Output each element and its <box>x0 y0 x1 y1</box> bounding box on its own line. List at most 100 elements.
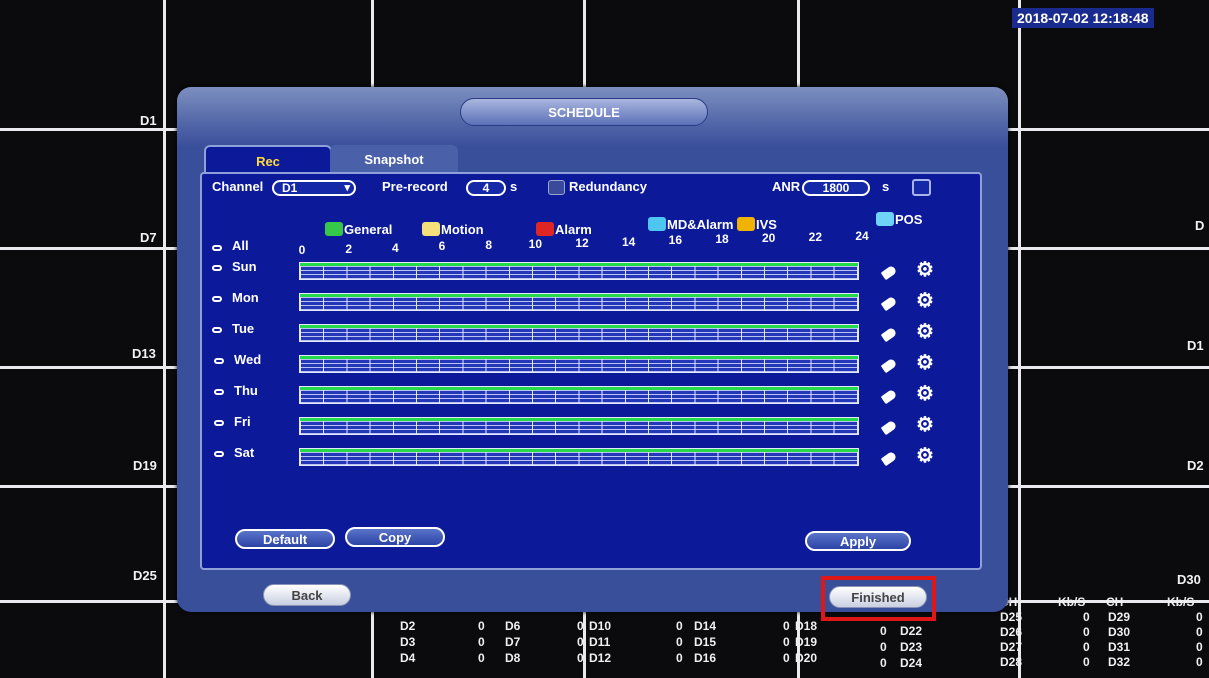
stat-val: 0 <box>676 651 683 665</box>
stat-val: 0 <box>783 619 790 633</box>
gear-icon[interactable]: ⚙ <box>916 291 934 311</box>
edit-pencil-icon[interactable] <box>880 388 898 405</box>
legend-ivs-swatch[interactable] <box>737 217 755 231</box>
day-label: Mon <box>232 290 259 305</box>
edit-pencil-icon[interactable] <box>880 326 898 343</box>
day-toggle-fri[interactable] <box>214 420 224 426</box>
stat-ch: D25 <box>1000 610 1023 624</box>
channel-label-d30: D30 <box>1177 572 1201 587</box>
system-clock: 2018-07-02 12:18:48 <box>1012 8 1154 28</box>
stat-val: 0 <box>1083 640 1090 654</box>
chevron-down-icon: ▾ <box>344 182 350 194</box>
stat-ch: D3 <box>400 635 416 649</box>
stat-ch: D26 <box>1000 625 1023 639</box>
stat-val: 0 <box>577 619 584 633</box>
gear-icon[interactable]: ⚙ <box>916 446 934 466</box>
gear-icon[interactable]: ⚙ <box>916 260 934 280</box>
stat-ch: D4 <box>400 651 416 665</box>
prerecord-input[interactable]: 4 <box>466 180 506 196</box>
edit-pencil-icon[interactable] <box>880 419 898 436</box>
gear-icon[interactable]: ⚙ <box>916 384 934 404</box>
finished-highlight <box>821 576 936 621</box>
day-toggle-sun[interactable] <box>212 265 222 271</box>
stat-ch: D6 <box>505 619 521 633</box>
legend-motion-swatch[interactable] <box>422 222 440 236</box>
edit-pencil-icon[interactable] <box>880 357 898 374</box>
stat-val: 0 <box>478 651 485 665</box>
stat-val: 0 <box>1083 625 1090 639</box>
schedule-bar-fri[interactable] <box>299 417 859 435</box>
day-toggle-mon[interactable] <box>212 296 222 302</box>
stat-ch: D29 <box>1108 610 1131 624</box>
day-toggle-wed[interactable] <box>214 358 224 364</box>
stat-val: 0 <box>577 635 584 649</box>
schedule-dialog: SCHEDULE Rec Snapshot Channel D1 ▾ Pre-r… <box>177 87 1008 612</box>
stat-ch: D24 <box>900 656 923 670</box>
copy-button[interactable]: Copy <box>345 527 445 547</box>
stat-ch: D14 <box>694 619 717 633</box>
hour-tick-label: 22 <box>808 229 822 244</box>
schedule-bar-mon[interactable] <box>299 293 859 311</box>
legend-pos-swatch[interactable] <box>876 212 894 226</box>
back-button[interactable]: Back <box>263 584 351 606</box>
stat-val: 0 <box>880 656 887 670</box>
stat-val: 0 <box>1083 655 1090 669</box>
default-button[interactable]: Default <box>235 529 335 549</box>
stat-val: 0 <box>783 635 790 649</box>
anr-checkbox[interactable] <box>912 179 931 196</box>
tab-rec[interactable]: Rec <box>204 145 332 175</box>
hour-tick-label: 6 <box>438 239 446 254</box>
stat-ch: D2 <box>400 619 416 633</box>
channel-label-right: D1 <box>1187 338 1204 353</box>
stat-ch: D10 <box>589 619 612 633</box>
edit-pencil-icon[interactable] <box>880 450 898 467</box>
all-toggle[interactable] <box>212 245 222 251</box>
legend-general-swatch[interactable] <box>325 222 343 236</box>
legend-mdalarm-swatch[interactable] <box>648 217 666 231</box>
dialog-title: SCHEDULE <box>460 98 708 126</box>
channel-label-d7: D7 <box>140 230 157 245</box>
redundancy-checkbox[interactable] <box>548 180 565 195</box>
stat-ch: D12 <box>589 651 612 665</box>
day-label: Thu <box>234 383 258 398</box>
day-label: Fri <box>234 414 251 429</box>
day-toggle-tue[interactable] <box>212 327 222 333</box>
schedule-bar-sat[interactable] <box>299 448 859 466</box>
stat-header: Kb/S <box>1167 595 1195 609</box>
day-toggle-sat[interactable] <box>214 451 224 457</box>
stat-ch: D15 <box>694 635 717 649</box>
hour-tick-label: 12 <box>575 235 589 250</box>
day-toggle-thu[interactable] <box>214 389 224 395</box>
schedule-bar-wed[interactable] <box>299 355 859 373</box>
legend-mdalarm-label: MD&Alarm <box>667 217 734 232</box>
hour-tick-label: 4 <box>391 240 399 255</box>
stat-val: 0 <box>1196 625 1203 639</box>
day-label: Wed <box>234 352 262 367</box>
anr-input[interactable]: 1800 <box>802 180 870 196</box>
prerecord-label: Pre-record <box>382 179 448 194</box>
gear-icon[interactable]: ⚙ <box>916 353 934 373</box>
schedule-bar-tue[interactable] <box>299 324 859 342</box>
all-label: All <box>232 238 249 253</box>
hour-tick-label: 14 <box>621 234 636 249</box>
edit-pencil-icon[interactable] <box>880 295 898 312</box>
legend-ivs-label: IVS <box>756 217 777 232</box>
gear-icon[interactable]: ⚙ <box>916 322 934 342</box>
hour-tick-label: 20 <box>761 231 776 245</box>
stat-ch: D22 <box>900 624 923 638</box>
channel-select[interactable]: D1 ▾ <box>272 180 356 196</box>
stat-ch: D27 <box>1000 640 1023 654</box>
schedule-bar-thu[interactable] <box>299 386 859 404</box>
stat-ch: D11 <box>589 635 611 649</box>
schedule-bar-sun[interactable] <box>299 262 859 280</box>
grid-line <box>163 0 166 678</box>
gear-icon[interactable]: ⚙ <box>916 415 934 435</box>
tab-snapshot[interactable]: Snapshot <box>330 145 458 173</box>
legend-alarm-swatch[interactable] <box>536 222 554 236</box>
apply-button[interactable]: Apply <box>805 531 911 551</box>
redundancy-label: Redundancy <box>569 179 648 194</box>
anr-label: ANR <box>772 179 801 194</box>
stat-ch: D8 <box>505 651 521 665</box>
edit-pencil-icon[interactable] <box>880 264 898 281</box>
stat-val: 0 <box>783 651 790 665</box>
